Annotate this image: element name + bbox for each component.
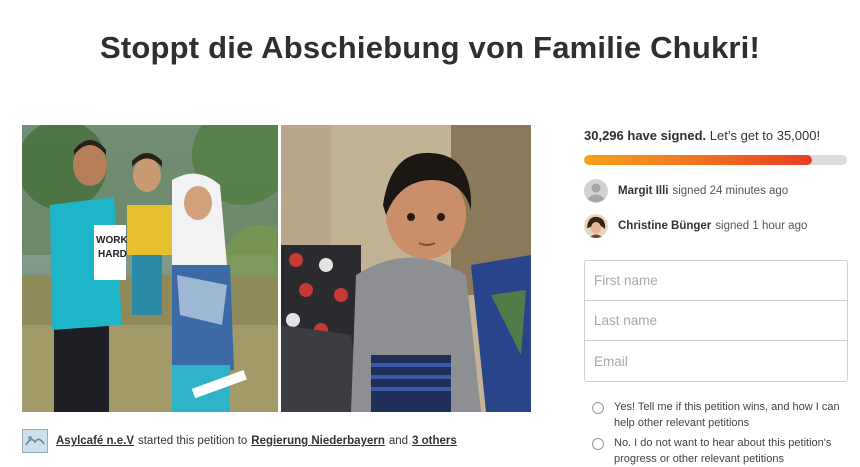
last-name-field[interactable] bbox=[585, 301, 847, 340]
starter-and-text: and bbox=[388, 435, 409, 447]
signature-goal: Let’s get to 35,000! bbox=[709, 128, 821, 143]
petition-photo-family: WORK HARD bbox=[22, 125, 278, 412]
signature-progress-fill bbox=[584, 155, 812, 165]
notify-no-label: No. I do not want to hear about this pet… bbox=[614, 437, 832, 465]
petition-starter-line: Asylcafé n.e.V started this petition to … bbox=[22, 429, 562, 453]
sign-form bbox=[584, 260, 848, 382]
signer-name: Christine Bünger bbox=[618, 220, 712, 232]
first-name-field[interactable] bbox=[585, 261, 847, 300]
other-targets-link[interactable]: 3 others bbox=[412, 435, 457, 447]
signer-action: signed 24 minutes ago bbox=[672, 185, 789, 197]
signer-name: Margit Illi bbox=[618, 185, 669, 197]
svg-text:HARD: HARD bbox=[98, 249, 127, 260]
notify-yes-label: Yes! Tell me if this petition wins, and … bbox=[614, 401, 840, 429]
starter-organization-link[interactable]: Asylcafé n.e.V bbox=[56, 435, 134, 447]
recent-signer: Margit Illi signed 24 minutes ago bbox=[584, 178, 788, 204]
notify-yes-radio[interactable] bbox=[592, 402, 604, 414]
signature-count: 30,296 have signed. bbox=[584, 128, 707, 143]
starter-text: started this petition to bbox=[137, 435, 248, 447]
notify-no-radio[interactable] bbox=[592, 438, 604, 450]
email-field[interactable] bbox=[585, 341, 847, 381]
petition-photo-child bbox=[281, 125, 531, 412]
avatar bbox=[584, 214, 608, 238]
notify-no-option[interactable]: No. I do not want to hear about this pet… bbox=[592, 436, 848, 467]
petition-target-link[interactable]: Regierung Niederbayern bbox=[251, 435, 385, 447]
signature-progress-bar bbox=[584, 155, 847, 165]
svg-text:WORK: WORK bbox=[96, 235, 128, 246]
signature-count-line: 30,296 have signed. Let’s get to 35,000! bbox=[584, 128, 820, 143]
default-avatar-icon bbox=[584, 179, 608, 203]
recent-signer: Christine Bünger signed 1 hour ago bbox=[584, 213, 807, 239]
notify-yes-option[interactable]: Yes! Tell me if this petition wins, and … bbox=[592, 400, 848, 431]
organization-logo[interactable] bbox=[22, 429, 48, 453]
petition-title: Stoppt die Abschiebung von Familie Chukr… bbox=[99, 30, 760, 65]
signer-action: signed 1 hour ago bbox=[715, 220, 808, 232]
